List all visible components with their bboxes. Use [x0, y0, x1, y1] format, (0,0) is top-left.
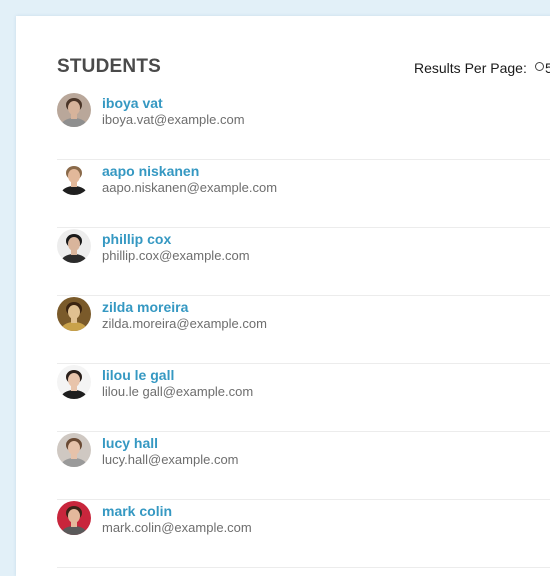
page-title: STUDENTS — [57, 56, 161, 77]
student-list-item[interactable]: lilou le gall lilou.le gall@example.com — [57, 364, 550, 432]
student-name-link[interactable]: mark colin — [102, 503, 172, 519]
student-email: phillip.cox@example.com — [102, 248, 250, 263]
student-email: mark.colin@example.com — [102, 520, 252, 535]
student-name-link[interactable]: lilou le gall — [102, 367, 174, 383]
student-email: lucy.hall@example.com — [102, 452, 239, 467]
student-list-item[interactable]: iboya vat iboya.vat@example.com — [57, 92, 550, 160]
results-per-page-label: Results Per Page: — [414, 60, 527, 76]
avatar[interactable] — [57, 93, 91, 127]
student-list-item[interactable]: phillip cox phillip.cox@example.com — [57, 228, 550, 296]
student-list-item[interactable]: zilda moreira zilda.moreira@example.com — [57, 296, 550, 364]
student-email: aapo.niskanen@example.com — [102, 180, 278, 195]
avatar[interactable] — [57, 297, 91, 331]
student-name-link[interactable]: lucy hall — [102, 435, 158, 451]
student-name-link[interactable]: phillip cox — [102, 231, 171, 247]
student-email: iboya.vat@example.com — [102, 112, 245, 127]
student-list-item[interactable]: mark colin mark.colin@example.com — [57, 500, 550, 568]
avatar[interactable] — [57, 365, 91, 399]
student-list: iboya vat iboya.vat@example.com aapo niska… — [57, 92, 550, 568]
student-email: zilda.moreira@example.com — [102, 316, 267, 331]
student-name-link[interactable]: zilda moreira — [102, 299, 188, 315]
avatar[interactable] — [57, 501, 91, 535]
students-panel: STUDENTS Results Per Page: 5 iboya vat ib… — [16, 16, 550, 576]
avatar[interactable] — [57, 229, 91, 263]
results-per-page-radio[interactable] — [535, 62, 544, 71]
student-name-link[interactable]: aapo niskanen — [102, 163, 199, 179]
student-list-item[interactable]: aapo niskanen aapo.niskanen@example.com — [57, 160, 550, 228]
results-per-page-option[interactable]: 5 — [545, 60, 550, 76]
student-list-item[interactable]: lucy hall lucy.hall@example.com — [57, 432, 550, 500]
student-name-link[interactable]: iboya vat — [102, 95, 163, 111]
avatar[interactable] — [57, 161, 91, 195]
avatar[interactable] — [57, 433, 91, 467]
student-email: lilou.le gall@example.com — [102, 384, 254, 399]
